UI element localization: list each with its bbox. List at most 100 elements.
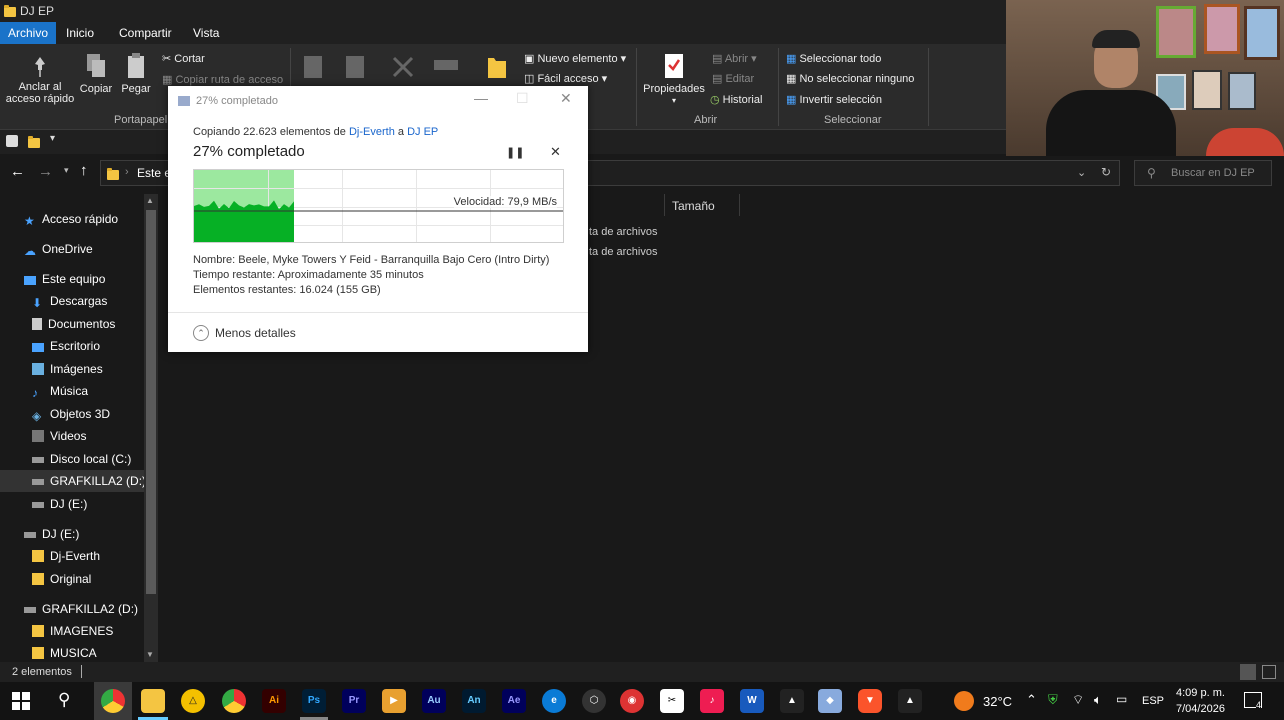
open-button[interactable]: ▤ Abrir ▾ xyxy=(712,52,757,65)
after-effects-icon[interactable]: Ae xyxy=(502,689,526,713)
history-button[interactable]: ◷ Historial xyxy=(710,93,762,106)
copy-button[interactable]: Copiar xyxy=(78,52,114,95)
volume-icon[interactable]: 🔈︎ xyxy=(1094,692,1102,708)
large-icons-view-icon[interactable] xyxy=(1262,665,1276,679)
app-triangle-icon[interactable]: ▲ xyxy=(780,689,804,713)
search-icon[interactable]: ⚲ xyxy=(58,690,70,710)
less-details-button[interactable]: ⌃ Menos detalles xyxy=(168,312,588,352)
customize-toolbar-icon[interactable]: ▾ xyxy=(50,133,55,144)
cut-button[interactable]: ✂ Cortar xyxy=(162,52,205,65)
security-icon[interactable]: ⛨ xyxy=(1048,692,1058,708)
nav-item-documents[interactable]: Documentos xyxy=(32,317,115,331)
recent-locations-icon[interactable]: ▾ xyxy=(64,165,69,176)
photoshop-icon[interactable]: Ps xyxy=(302,689,326,713)
column-divider[interactable] xyxy=(739,194,740,216)
select-none-button[interactable]: ▦ No seleccionar ninguno xyxy=(786,72,914,85)
destination-link[interactable]: DJ EP xyxy=(407,126,438,138)
refresh-icon[interactable]: ↻ xyxy=(1101,165,1111,179)
clock-date[interactable]: 7/04/2026 xyxy=(1176,703,1225,715)
search-input[interactable]: ⚲ Buscar en DJ EP xyxy=(1134,160,1272,186)
pause-icon[interactable]: ❚❚ xyxy=(506,146,524,159)
chrome-icon[interactable] xyxy=(101,689,125,713)
source-link[interactable]: Dj-Everth xyxy=(349,126,395,138)
forward-arrow-icon[interactable]: → xyxy=(38,163,53,180)
edge-icon[interactable]: e xyxy=(542,689,566,713)
delete-button[interactable] xyxy=(390,54,416,83)
pin-quick-access-button[interactable]: Anclar al acceso rápido xyxy=(4,56,76,105)
nav-item-quick-access[interactable]: ★ Acceso rápido xyxy=(24,212,118,228)
tab-vista[interactable]: Vista xyxy=(185,22,227,44)
file-explorer-icon[interactable] xyxy=(141,689,165,713)
column-divider[interactable] xyxy=(664,194,665,216)
temperature[interactable]: 32°C xyxy=(983,694,1012,709)
edit-button[interactable]: ▤ Editar xyxy=(712,72,754,85)
copy-to-button[interactable] xyxy=(342,52,370,83)
weather-icon[interactable] xyxy=(954,691,974,711)
scroll-down-icon[interactable]: ▼ xyxy=(146,650,154,659)
nav-item-grafkilla2-d[interactable]: GRAFKILLA2 (D:) xyxy=(0,470,146,492)
premiere-icon[interactable]: Pr xyxy=(342,689,366,713)
cancel-icon[interactable]: ✕ xyxy=(550,144,561,160)
properties-button[interactable]: Propiedades ▾ xyxy=(642,52,706,107)
new-item-button[interactable]: ▣ Nuevo elemento ▾ xyxy=(524,52,626,65)
chevron-up-icon[interactable]: ⌃ xyxy=(1026,692,1037,708)
brave-icon[interactable]: ▼ xyxy=(858,689,882,713)
nav-item-dj-everth[interactable]: Dj-Everth xyxy=(32,549,100,563)
back-arrow-icon[interactable]: ← xyxy=(10,163,25,180)
nav-scrollbar-thumb[interactable] xyxy=(146,210,156,594)
audition-icon[interactable]: Au xyxy=(422,689,446,713)
up-arrow-icon[interactable]: ↑ xyxy=(80,162,88,179)
breadcrumb[interactable]: Este e xyxy=(137,166,171,180)
address-dropdown-icon[interactable]: ⌄ xyxy=(1077,166,1086,179)
move-to-button[interactable] xyxy=(300,52,328,83)
copy-path-button[interactable]: ▦ Copiar ruta de acceso xyxy=(162,73,283,86)
close-icon[interactable]: ✕ xyxy=(560,90,572,107)
column-header-size[interactable]: Tamaño xyxy=(672,199,715,213)
capcut-icon[interactable]: ✂ xyxy=(660,689,684,713)
folder-icon[interactable] xyxy=(28,136,40,148)
nav-item-original[interactable]: Original xyxy=(32,572,91,586)
rename-button[interactable] xyxy=(432,54,460,81)
animate-icon[interactable]: An xyxy=(462,689,486,713)
word-icon[interactable]: W xyxy=(740,689,764,713)
nav-item-dj-e-root[interactable]: DJ (E:) xyxy=(24,527,79,541)
tiktok-icon[interactable]: ♪ xyxy=(700,689,724,713)
nav-item-musica[interactable]: MUSICA xyxy=(32,646,97,660)
new-folder-button[interactable] xyxy=(484,52,510,85)
nav-item-onedrive[interactable]: ☁ OneDrive xyxy=(24,242,93,258)
drive-app-icon[interactable]: △ xyxy=(181,689,205,713)
nav-item-imagenes[interactable]: IMAGENES xyxy=(32,624,113,638)
wifi-icon[interactable]: ⌔ xyxy=(1072,692,1084,708)
notes-app-icon[interactable]: ◆ xyxy=(818,689,842,713)
clock-time[interactable]: 4:09 p. m. xyxy=(1176,687,1225,699)
select-all-button[interactable]: ▦ Seleccionar todo xyxy=(786,52,881,65)
properties-small-icon[interactable] xyxy=(6,135,18,147)
nav-item-this-pc[interactable]: Este equipo xyxy=(24,272,105,286)
illustrator-icon[interactable]: Ai xyxy=(262,689,286,713)
nav-item-dj-e[interactable]: DJ (E:) xyxy=(32,497,87,511)
minimize-icon[interactable]: — xyxy=(474,90,488,106)
nav-item-downloads[interactable]: ⬇ Descargas xyxy=(32,294,107,310)
app-red-triangle-icon[interactable]: ▲ xyxy=(898,689,922,713)
paste-button[interactable]: Pegar xyxy=(118,52,154,95)
nav-item-pictures[interactable]: Imágenes xyxy=(32,362,103,376)
record-app-icon[interactable]: ◉ xyxy=(620,689,644,713)
details-view-icon[interactable] xyxy=(1240,664,1256,680)
tab-archivo[interactable]: Archivo xyxy=(0,22,57,44)
scroll-up-icon[interactable]: ▲ xyxy=(146,196,154,205)
nav-item-local-disk-c[interactable]: Disco local (C:) xyxy=(32,452,131,466)
tab-compartir[interactable]: Compartir xyxy=(111,22,180,44)
nav-item-desktop[interactable]: Escritorio xyxy=(32,339,100,353)
easy-access-button[interactable]: ◫ Fácil acceso ▾ xyxy=(524,72,607,85)
tab-inicio[interactable]: Inicio xyxy=(58,22,102,44)
invert-selection-button[interactable]: ▦ Invertir selección xyxy=(786,93,882,106)
windows-start-icon[interactable] xyxy=(12,692,30,710)
battery-icon[interactable]: ▭ xyxy=(1116,692,1127,706)
nav-item-videos[interactable]: Videos xyxy=(32,429,86,443)
nav-item-music[interactable]: ♪ Música xyxy=(32,384,88,400)
nav-item-grafkilla2-d-root[interactable]: GRAFKILLA2 (D:) xyxy=(24,602,138,616)
nav-item-3d-objects[interactable]: ◈ Objetos 3D xyxy=(32,407,110,423)
chrome-profile-icon[interactable] xyxy=(222,689,246,713)
media-player-icon[interactable]: ▶ xyxy=(382,689,406,713)
language-indicator[interactable]: ESP xyxy=(1142,695,1164,707)
